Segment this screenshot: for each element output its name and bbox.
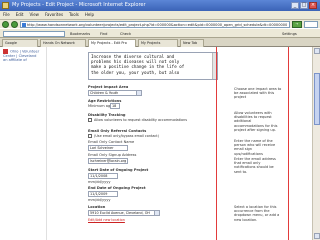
menu-favorites[interactable]: Favorites [45,11,63,19]
start-date-label: Start Date of Ongoing Project [88,168,149,172]
email-signup-address-input[interactable]: lschreiner@lorain.org [88,158,128,164]
close-button[interactable]: × [309,2,317,9]
toolbar-bookmarks[interactable]: Bookmarks [70,31,90,37]
description-line: the older you, your youth, but also [91,69,180,75]
tab-google[interactable]: Google [2,39,38,47]
address-input[interactable]: http://www.handsonnetwork.org/volunteer/… [20,21,290,28]
location-value: 5910 Euclid Avenue, Cleveland, OH [90,211,150,215]
end-date-label: End Date of Ongoing Project [88,186,146,190]
tab-my-projects[interactable]: My Projects [138,39,178,47]
scroll-thumb[interactable] [314,73,320,125]
location-hint: Select a location for this occurrence fr… [234,205,280,222]
address-bar: http://www.handsonnetwork.org/volunteer/… [0,19,320,28]
location-select[interactable]: 5910 Euclid Avenue, Cleveland, OH [88,210,160,216]
impact-hint: Choose one impact area to be associated … [234,87,282,100]
email-signup-address-label: Email Only Signup Address [88,153,137,157]
minimum-age-input[interactable]: 18 [110,103,120,109]
page-icon [22,23,26,27]
menu-view[interactable]: View [29,11,39,19]
tab-hands-on-network[interactable]: Hands On Network [40,39,86,47]
live-search-input[interactable] [304,21,318,28]
org-line-3: an affiliate of [3,58,27,63]
org-line-1: Ohio | Volunteer [10,49,40,54]
toolbar-find[interactable]: Find [100,31,107,37]
project-form: Increase the diverse cultural and proble… [78,47,218,240]
window-title: My Projects - Edit Project - Microsoft I… [12,2,146,8]
disability-checkbox-label: Allow volunteers to request disability a… [94,118,188,122]
menu-help[interactable]: Help [85,11,94,19]
disability-checkbox[interactable] [88,118,92,122]
toolbar-search-input[interactable] [3,31,65,37]
impact-area-value: Children & Youth [90,91,119,95]
scroll-up-icon[interactable] [314,48,320,54]
menu-tools[interactable]: Tools [69,11,79,19]
email-contact-name-label: Email Only Contact Name [88,140,135,144]
add-location-link[interactable]: Edit/Add new location [88,218,125,222]
google-toolbar: Bookmarks Find Check Settings [0,28,320,38]
email-name-hint: Enter the name of the person who will re… [234,139,276,156]
location-label: Location [88,205,106,209]
minimum-age-label: Minimum age [88,104,113,108]
email-only-checkbox-label: (Use email only/bypass email contact) [94,134,159,138]
impact-area-select[interactable]: Children & Youth [88,90,142,96]
end-date-hint: mm/dd/yyyy [88,198,111,202]
folder-icon [2,2,9,9]
chevron-down-icon [154,211,159,215]
sidebar: Ohio | Volunteer Center | Cleveland an a… [0,47,47,240]
tab-edit-project[interactable]: My Projects - Edit Pro [88,39,136,47]
toolbar-settings[interactable]: Settings [282,31,297,37]
content-border-left [216,47,217,240]
toolbar-check[interactable]: Check [120,31,131,37]
tab-bar: Google Hands On Network My Projects - Ed… [0,38,320,47]
disability-hint: Allow volunteers with disabilities to re… [234,111,278,132]
address-url: http://www.handsonnetwork.org/volunteer/… [27,23,288,27]
disability-label: Disability Tracking [88,113,126,117]
go-button[interactable]: → [292,21,302,28]
email-only-checkbox[interactable] [88,134,92,138]
email-referral-label: Email Only Referral Contacts [88,129,147,133]
menu-file[interactable]: File [3,11,10,19]
page-content: Ohio | Volunteer Center | Cleveland an a… [0,47,312,240]
window-titlebar: My Projects - Edit Project - Microsoft I… [0,0,320,11]
maximize-button[interactable]: □ [300,2,308,9]
tab-new[interactable]: New Tab [180,39,204,47]
description-textarea[interactable]: Increase the diverse cultural and proble… [88,52,218,80]
email-contact-name-input[interactable]: Lori Schreiner [88,145,128,151]
page-scrollbar[interactable] [312,47,320,240]
email-address-hint: Enter the email address that email only … [234,157,276,174]
window-controls: _ □ × [291,2,317,9]
minimize-button[interactable]: _ [291,2,299,9]
forward-button[interactable] [11,21,18,28]
back-button[interactable] [2,21,9,28]
content-border-right [288,47,289,240]
chevron-down-icon [136,91,141,95]
scroll-down-icon[interactable] [314,233,320,239]
end-date-input[interactable]: 11/1/2009 [88,191,118,197]
menu-bar: File Edit View Favorites Tools Help [0,11,320,19]
org-logo: Ohio | Volunteer Center | Cleveland an a… [3,49,44,62]
menu-edit[interactable]: Edit [16,11,24,19]
start-date-hint: mm/dd/yyyy [88,180,111,184]
start-date-input[interactable]: 11/1/2008 [88,173,118,179]
impact-area-label: Project Impact Area [88,85,129,89]
